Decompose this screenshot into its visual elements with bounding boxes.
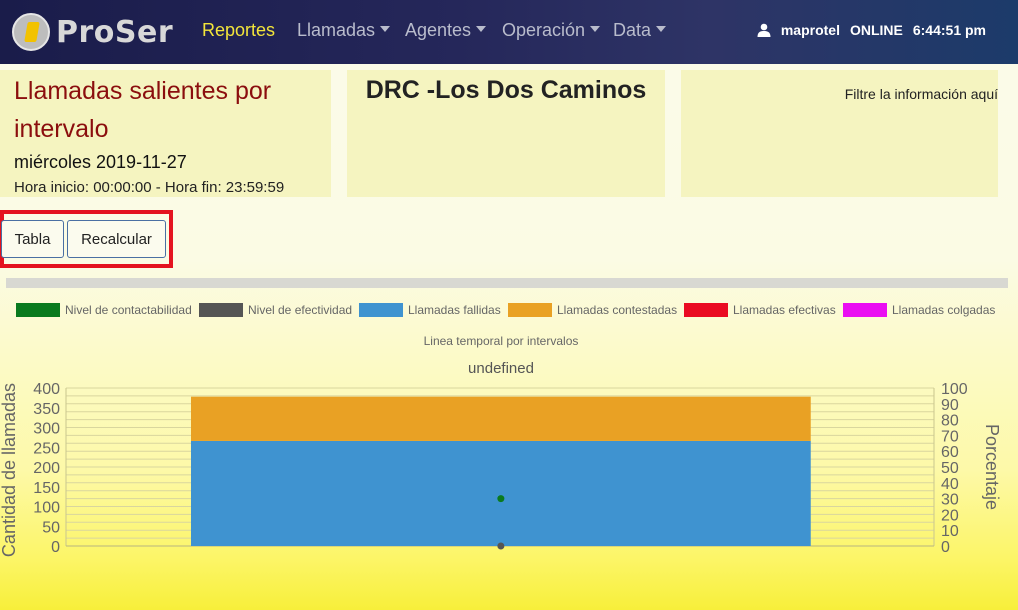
y2-tick-label: 10 xyxy=(941,523,959,540)
y-tick-label: 200 xyxy=(33,460,60,477)
legend-item[interactable]: Llamadas efectivas xyxy=(684,303,836,317)
legend-swatch xyxy=(684,303,728,317)
y-tick-label: 250 xyxy=(33,440,60,457)
y-axis-label: Cantidad de llamadas xyxy=(0,383,19,557)
chart-canvas: 400350300250200150100500 100908070605040… xyxy=(0,381,1002,557)
username[interactable]: maprotel xyxy=(781,22,840,38)
legend-label: Llamadas fallidas xyxy=(408,303,501,317)
chevron-down-icon xyxy=(590,26,601,33)
legend-swatch xyxy=(199,303,243,317)
y-tick-label: 50 xyxy=(42,519,60,536)
y2-tick-label: 90 xyxy=(941,397,959,414)
progress-divider xyxy=(6,278,1008,288)
y2-tick-label: 40 xyxy=(941,476,959,493)
nav-data[interactable]: Data xyxy=(613,20,667,41)
y-tick-label: 0 xyxy=(51,539,60,556)
site-card: DRC -Los Dos Caminos xyxy=(347,70,665,197)
legend-label: Nivel de efectividad xyxy=(248,303,353,317)
chevron-down-icon xyxy=(476,26,487,33)
y2-tick-label: 60 xyxy=(941,444,959,461)
bar-llamadas-contestadas xyxy=(190,396,811,441)
legend-swatch xyxy=(16,303,60,317)
y2-tick-label: 20 xyxy=(941,507,959,524)
legend-swatch xyxy=(843,303,887,317)
legend-item[interactable]: Llamadas contestadas xyxy=(508,303,677,317)
online-status: ONLINE xyxy=(849,22,903,38)
y2-tick-label: 50 xyxy=(941,460,959,477)
y2-tick-label: 0 xyxy=(941,539,950,556)
legend-item[interactable]: Llamadas colgadas xyxy=(843,303,995,317)
legend-label: Nivel de contactabilidad xyxy=(65,303,192,317)
top-navbar: ProSer Reportes Llamadas Agentes Operaci… xyxy=(0,0,1018,64)
brand-logo[interactable]: ProSer xyxy=(12,11,173,53)
recalcular-button[interactable]: Recalcular xyxy=(67,220,166,258)
nav-label: Agentes xyxy=(405,20,472,40)
legend-label: Llamadas colgadas xyxy=(892,303,996,317)
chevron-down-icon xyxy=(656,26,667,33)
filter-card[interactable]: Filtre la información aquí xyxy=(681,70,998,197)
legend-item[interactable]: Nivel de efectividad xyxy=(199,303,352,317)
legend-item[interactable]: Nivel de contactabilidad xyxy=(16,303,192,317)
clock-time: 6:44:51 pm xyxy=(912,22,986,38)
nav-agentes[interactable]: Agentes xyxy=(405,20,487,41)
nav-label: Data xyxy=(613,20,652,40)
y-tick-label: 350 xyxy=(33,401,60,418)
nav-label: Operación xyxy=(502,20,586,40)
report-title: Llamadas salientes por intervalo xyxy=(14,77,272,143)
nav-llamadas[interactable]: Llamadas xyxy=(297,20,391,41)
site-name: DRC -Los Dos Caminos xyxy=(365,76,647,104)
report-info-card: Llamadas salientes por intervalo miércol… xyxy=(0,70,331,197)
y-axis-right: 1009080706050403020100 xyxy=(941,381,968,556)
user-status: maprotel ONLINE 6:44:51 pm xyxy=(757,22,986,38)
legend-item[interactable]: Llamadas fallidas xyxy=(359,303,501,317)
legend-swatch xyxy=(359,303,403,317)
nav-operacion[interactable]: Operación xyxy=(502,20,601,41)
brand-name: ProSer xyxy=(56,14,174,50)
y-tick-label: 150 xyxy=(33,480,60,497)
report-date: miércoles 2019-11-27 xyxy=(14,152,187,172)
nav-label: Llamadas xyxy=(297,20,376,40)
legend-swatch xyxy=(508,303,552,317)
y-axis-left: 400 350 300 250 200 150 100 50 0 xyxy=(33,381,60,556)
chart-bars xyxy=(190,396,811,546)
y-tick-label: 300 xyxy=(33,421,60,438)
filter-hint[interactable]: Filtre la información aquí xyxy=(845,86,998,102)
bar-llamadas-fallidas xyxy=(190,440,811,546)
tabla-button[interactable]: Tabla xyxy=(1,220,64,258)
chevron-down-icon xyxy=(380,26,391,33)
y2-tick-label: 70 xyxy=(941,428,959,445)
point-nivel-de-efectividad xyxy=(497,542,505,550)
point-nivel-de-contactabilidad xyxy=(497,495,505,503)
nav-reportes[interactable]: Reportes xyxy=(202,20,275,41)
y-tick-label: 100 xyxy=(33,500,60,517)
nav-label: Reportes xyxy=(202,20,276,40)
chart-subtitle: Linea temporal por intervalos xyxy=(423,334,579,348)
y-tick-label: 400 xyxy=(33,381,60,398)
chart-legend: Nivel de contactabilidad Nivel de efecti… xyxy=(0,303,1018,323)
y2-tick-label: 30 xyxy=(941,492,959,509)
y2-tick-label: 100 xyxy=(941,381,968,398)
legend-label: Llamadas contestadas xyxy=(557,303,678,317)
y2-axis-label: Porcentaje xyxy=(982,424,1002,510)
y2-tick-label: 80 xyxy=(941,413,959,430)
report-hours: Hora inicio: 00:00:00 - Hora fin: 23:59:… xyxy=(14,179,285,196)
user-icon[interactable] xyxy=(757,23,771,37)
logo-icon xyxy=(12,13,50,51)
legend-label: Llamadas efectivas xyxy=(733,303,836,317)
